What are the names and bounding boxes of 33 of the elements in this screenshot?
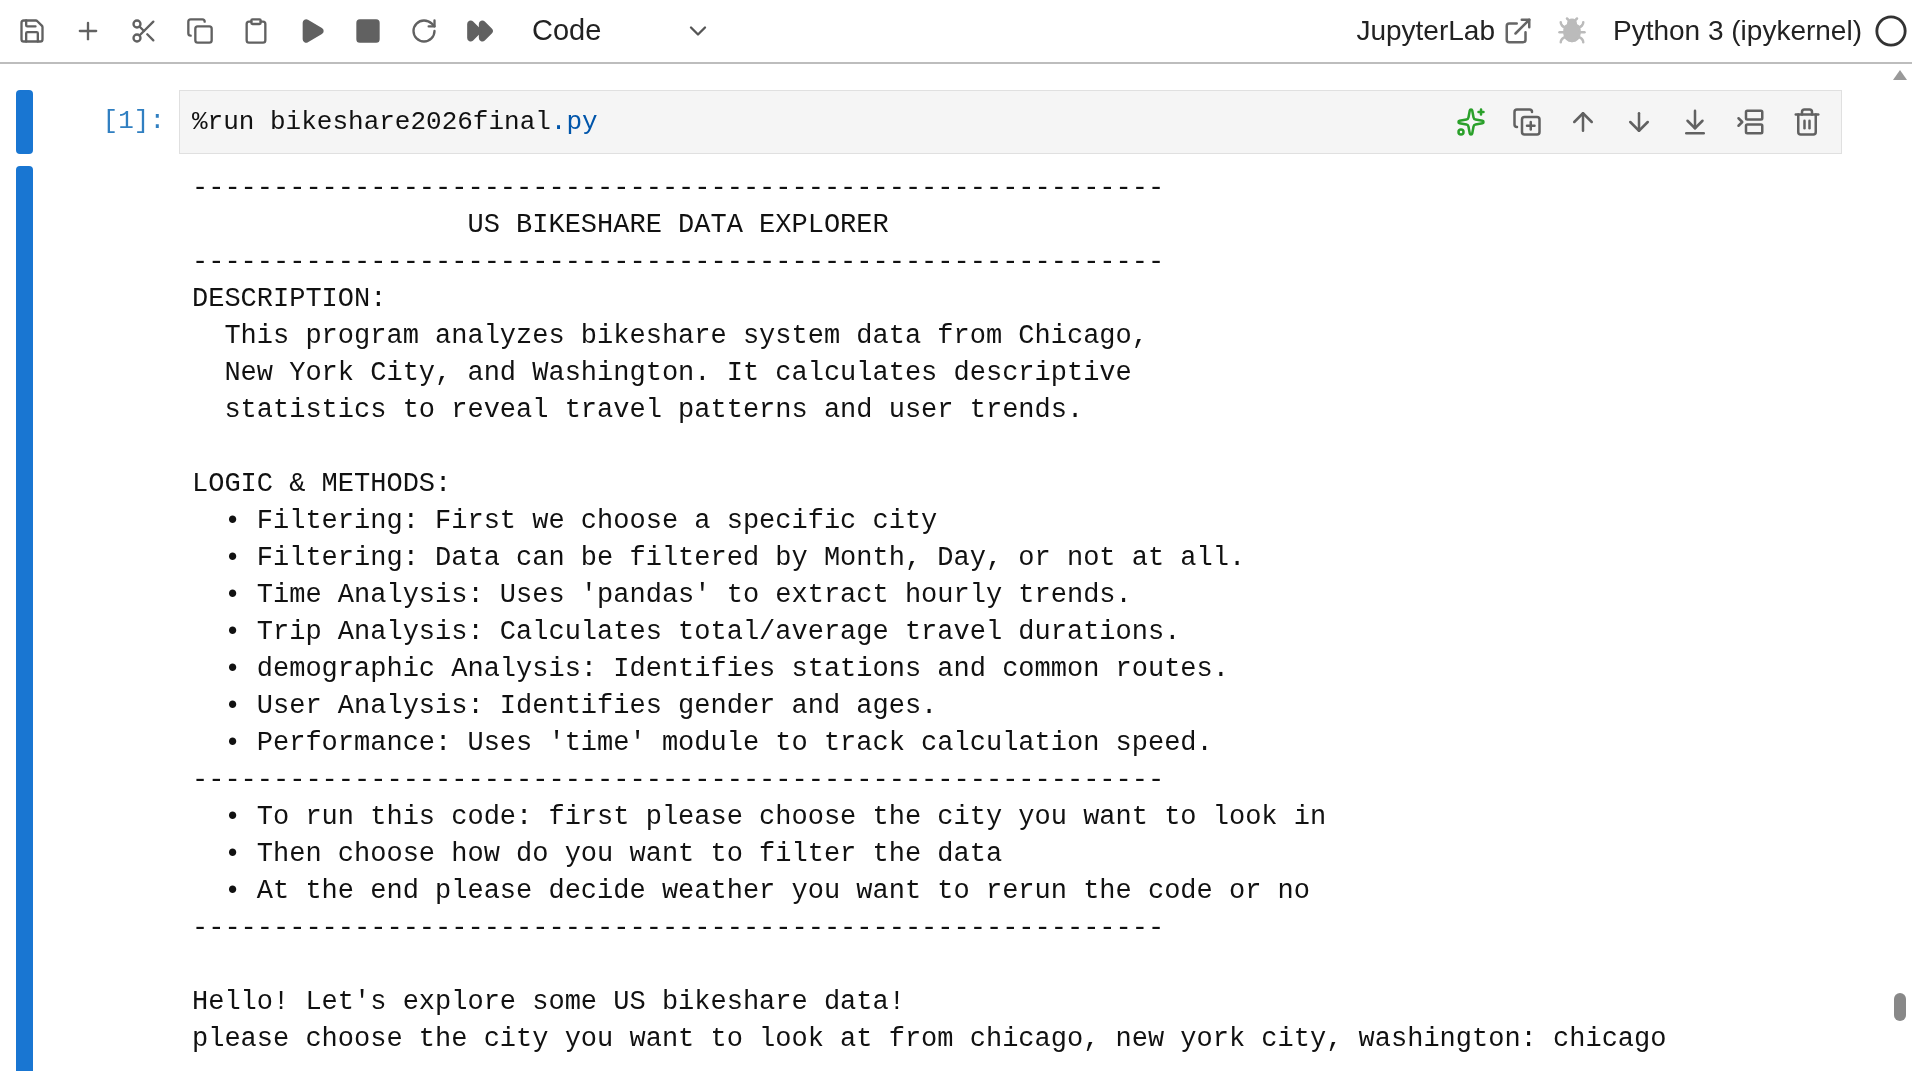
output-line: • Filtering: Data can be filtered by Month, Day, or not at all. xyxy=(223,542,1247,575)
output-line: ------------------------------------------------------------ xyxy=(192,246,1166,279)
kernel-name[interactable]: Python 3 (ipykernel) xyxy=(1613,10,1862,52)
kernel-status-icon xyxy=(1874,14,1908,48)
output-line: • Time Analysis: Uses 'pandas' to extract hourly trends. xyxy=(223,579,1133,612)
output-line: DESCRIPTION: xyxy=(192,283,388,316)
output-line: This program analyzes bikeshare system data from Chicago, xyxy=(223,320,1149,353)
output-line: • At the end please decide weather you want to rerun the code or no xyxy=(223,875,1311,908)
output-line: ------------------------------------------------------------ xyxy=(192,172,1166,205)
code-text: %run bikeshare2026final.py xyxy=(192,106,598,137)
output-line: • Filtering: First we choose a specific city xyxy=(223,505,939,538)
output-line: LOGIC & METHODS: xyxy=(192,468,453,501)
output-line: please choose the city you want to look at from chicago, new york city, washington: chicago xyxy=(192,1023,1667,1056)
output-line: ------------------------------------------------------------ xyxy=(192,764,1166,797)
external-link-icon xyxy=(1503,16,1533,46)
cell-collapser[interactable] xyxy=(16,90,33,154)
cell-type-dropdown[interactable]: Code xyxy=(532,9,712,53)
output-line: • Trip Analysis: Calculates total/average travel durations. xyxy=(223,616,1182,649)
output-line: • demographic Analysis: Identifies stations and common routes. xyxy=(223,653,1230,686)
output-line: • Performance: Uses 'time' module to track calculation speed. xyxy=(223,727,1214,760)
code-input[interactable]: %run bikeshare2026final.py xyxy=(179,90,1842,154)
output-line: • To run this code: first please choose the city you want to look in xyxy=(223,801,1328,834)
cell-prompt: [1]: xyxy=(101,105,166,138)
jupyterlab-link[interactable]: JupyterLab xyxy=(1356,10,1533,52)
output-line: US BIKESHARE DATA EXPLORER xyxy=(466,209,890,242)
scroll-up-icon[interactable] xyxy=(1893,70,1907,80)
scrollbar-thumb[interactable] xyxy=(1894,993,1906,1021)
output-line: • Then choose how do you want to filter the data xyxy=(223,838,1004,871)
output-line: New York City, and Washington. It calculates descriptive xyxy=(223,357,1133,390)
output-line: ------------------------------------------------------------ xyxy=(192,912,1166,945)
output-line: statistics to reveal travel patterns and user trends. xyxy=(223,394,1085,427)
output-line: Hello! Let's explore some US bikeshare data! xyxy=(192,986,906,1019)
output-line: • User Analysis: Identifies gender and ages. xyxy=(223,690,939,723)
